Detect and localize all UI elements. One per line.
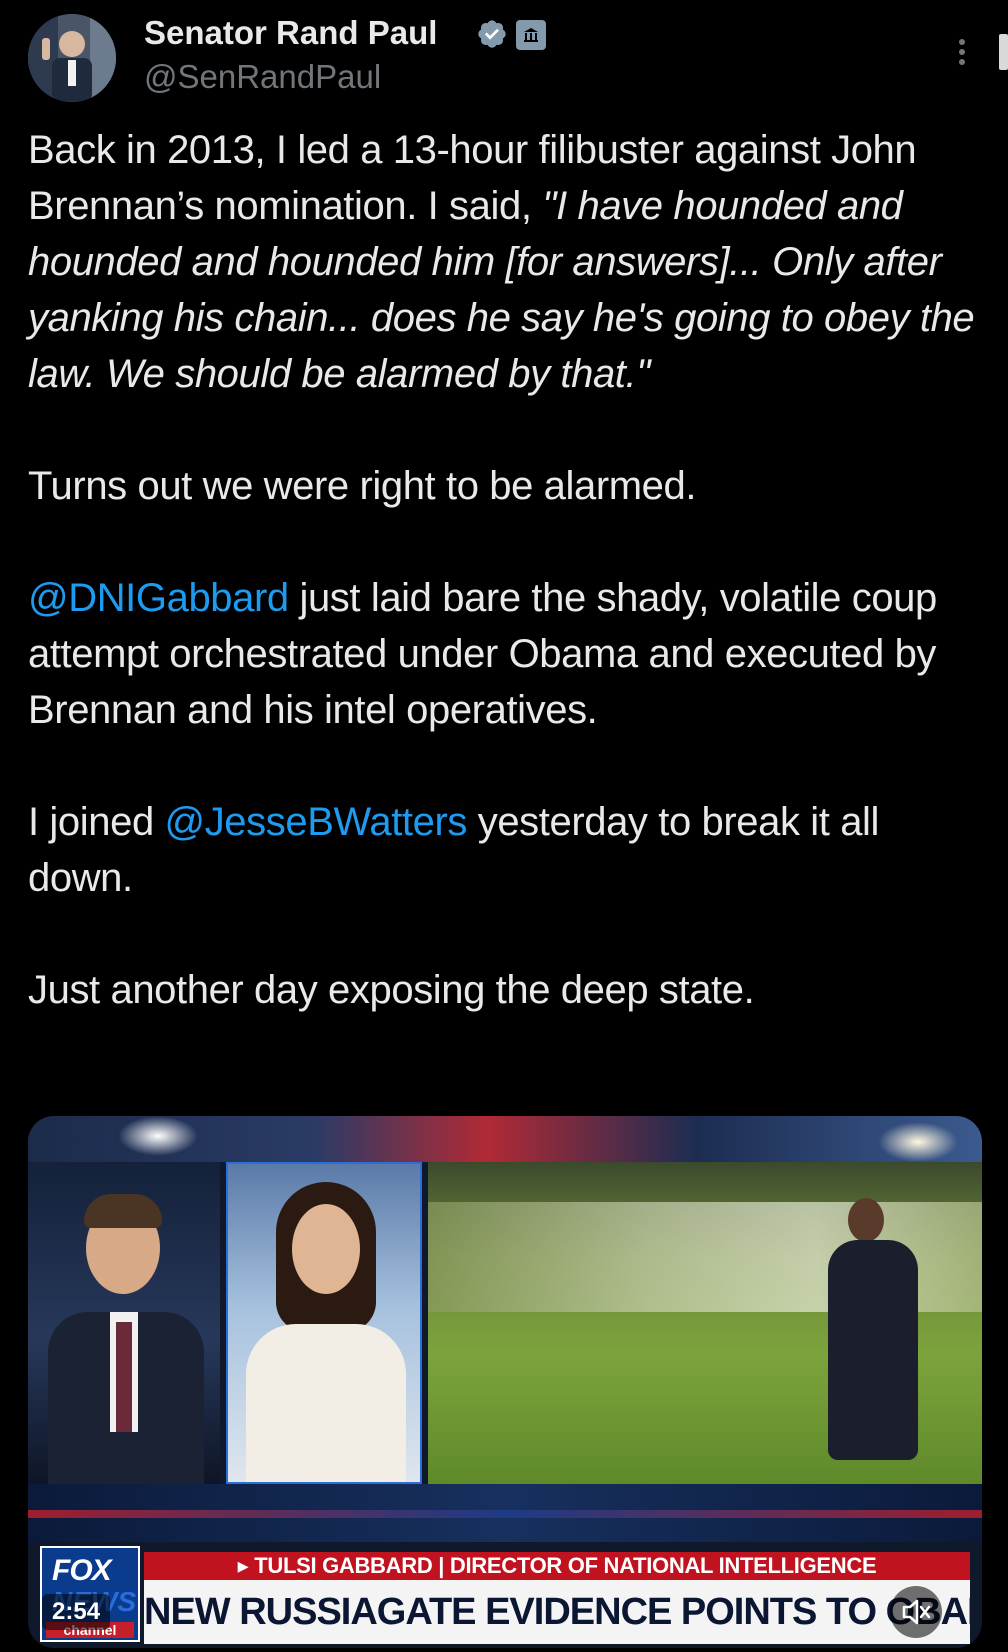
avatar[interactable] [28, 14, 116, 102]
video-player[interactable]: FOX NEWS channel ▸ TULSI GABBARD | DIREC… [28, 1116, 982, 1648]
chyron-headline: NEW RUSSIAGATE EVIDENCE POINTS TO OBAMA [144, 1580, 970, 1644]
studio-light [878, 1122, 958, 1162]
tweet-text: Back in 2013, I led a 13-hour filibuster… [28, 122, 988, 1018]
paragraph-text: I joined [28, 800, 165, 844]
tweet-header: Senator Rand Paul @SenRandPaul [0, 0, 1008, 120]
display-name[interactable]: Senator Rand Paul [144, 14, 437, 52]
mute-button[interactable] [890, 1586, 942, 1638]
chyron-subtitle: ▸ TULSI GABBARD | DIRECTOR OF NATIONAL I… [144, 1552, 970, 1580]
government-badge-icon [516, 20, 546, 50]
video-panel-footage [428, 1162, 982, 1484]
user-handle[interactable]: @SenRandPaul [144, 58, 381, 96]
paragraph-filibuster: Back in 2013, I led a 13-hour filibuster… [28, 122, 988, 402]
muted-speaker-icon [902, 1599, 931, 1625]
video-timestamp: 2:54 [42, 1594, 111, 1630]
paragraph-alarmed: Turns out we were right to be alarmed. [28, 464, 697, 508]
scrollbar[interactable] [999, 34, 1008, 70]
studio-light [118, 1116, 198, 1156]
paragraph-joined: I joined @JesseBWatters yesterday to bre… [28, 794, 988, 906]
video-panel-host [28, 1162, 220, 1484]
paragraph-deep-state: Just another day exposing the deep state… [28, 968, 755, 1012]
more-options-icon[interactable] [952, 34, 972, 74]
paragraph-coup: @DNIGabbard just laid bare the shady, vo… [28, 570, 988, 738]
avatar-image [28, 14, 116, 102]
mention-dnigabbard[interactable]: @DNIGabbard [28, 576, 289, 620]
mention-jessebwatters[interactable]: @JesseBWatters [165, 800, 468, 844]
video-graphics-band [28, 1484, 982, 1542]
verified-badge-icon [478, 20, 506, 48]
logo-fox-text: FOX [52, 1554, 112, 1587]
video-panel-guest [226, 1162, 422, 1484]
